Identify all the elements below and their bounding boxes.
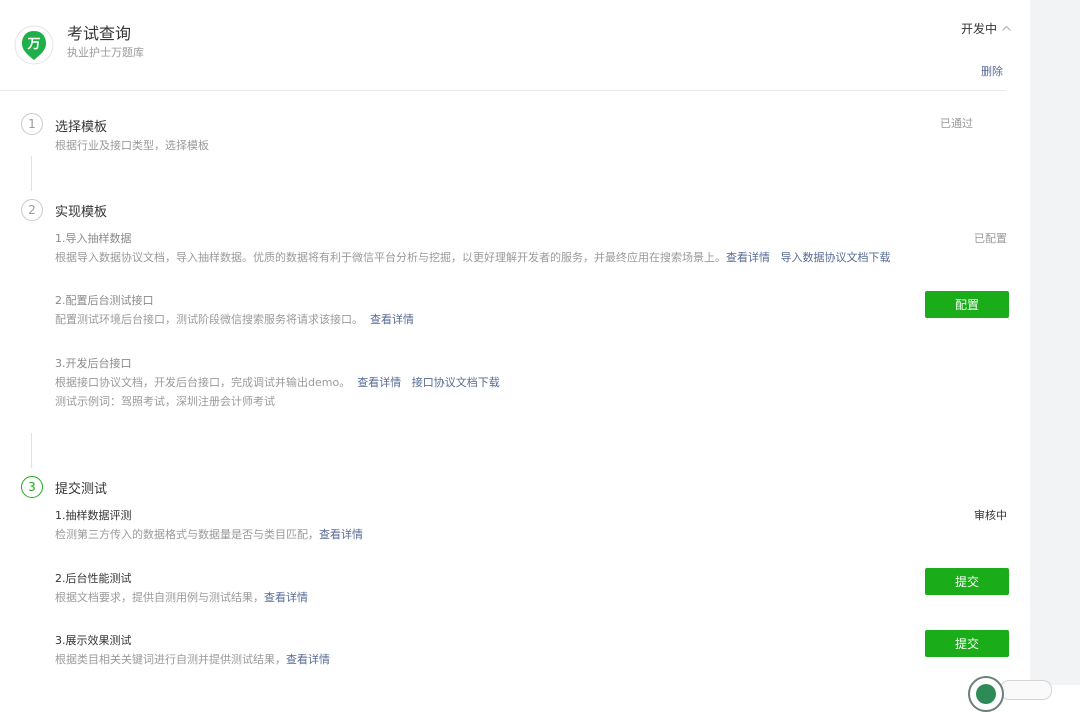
substep-2-1-status: 已配置	[974, 232, 1007, 245]
submit-display-button[interactable]: 提交	[925, 630, 1009, 657]
configure-button[interactable]: 配置	[925, 291, 1009, 318]
substep-3-2-description: 根据文档要求，提供自测用例与测试结果，查看详情	[55, 591, 308, 604]
view-details-link[interactable]: 查看详情	[357, 376, 401, 389]
app-logo-icon: 万	[14, 25, 54, 65]
header-divider	[0, 90, 1006, 91]
app-name: 考试查询	[67, 24, 132, 43]
substep-3-3-title: 3.展示效果测试	[55, 634, 132, 647]
substep-3-1-status: 审核中	[974, 509, 1007, 522]
substep-3-1-description: 检测第三方传入的数据格式与数据量是否与类目匹配，查看详情	[55, 528, 363, 541]
floating-assistant-button[interactable]	[968, 676, 1004, 712]
data-protocol-download-link[interactable]: 导入数据协议文档下载	[781, 251, 891, 264]
step-1-number: 1	[21, 113, 43, 135]
step-2-number: 2	[21, 199, 43, 221]
status-label: 开发中	[960, 22, 997, 36]
view-details-link[interactable]: 查看详情	[264, 591, 308, 604]
step-1-status: 已通过	[940, 117, 973, 130]
substep-2-3-title: 3.开发后台接口	[55, 357, 132, 370]
template-card: 万 考试查询 执业护士万题库 开发中 删除 1 选择模板 根据行业及接口类型，选…	[0, 0, 1030, 685]
step-connector	[31, 433, 32, 468]
logo-char: 万	[26, 37, 40, 52]
view-details-link[interactable]: 查看详情	[370, 313, 414, 326]
substep-2-1-title: 1.导入抽样数据	[55, 232, 132, 245]
substep-2-1-description: 根据导入数据协议文档，导入抽样数据。优质的数据将有利于微信平台分析与挖掘，以更好…	[55, 251, 891, 264]
substep-2-3-example: 测试示例词：驾照考试，深圳注册会计师考试	[55, 395, 275, 408]
substep-3-2-title: 2.后台性能测试	[55, 572, 132, 585]
app-description: 执业护士万题库	[67, 46, 144, 59]
api-protocol-download-link[interactable]: 接口协议文档下载	[412, 376, 500, 389]
floating-widget-tail[interactable]	[1000, 680, 1052, 700]
step-connector	[31, 156, 32, 191]
assistant-avatar-icon	[976, 684, 996, 704]
chevron-up-icon	[1002, 25, 1011, 31]
right-rail	[1030, 0, 1080, 685]
view-details-link[interactable]: 查看详情	[319, 528, 363, 541]
substep-2-2-description: 配置测试环境后台接口，测试阶段微信搜索服务将请求该接口。 查看详情	[55, 313, 414, 326]
view-details-link[interactable]: 查看详情	[726, 251, 770, 264]
submit-performance-button[interactable]: 提交	[925, 568, 1009, 595]
step-3-title: 提交测试	[55, 482, 108, 497]
view-details-link[interactable]: 查看详情	[286, 653, 330, 666]
step-1-description: 根据行业及接口类型，选择模板	[55, 139, 209, 152]
substep-3-1-title: 1.抽样数据评测	[55, 509, 132, 522]
step-2-title: 实现模板	[55, 205, 108, 220]
status-toggle[interactable]: 开发中	[961, 20, 1012, 37]
substep-3-3-description: 根据类目相关关键词进行自测并提供测试结果，查看详情	[55, 653, 330, 666]
substep-2-2-title: 2.配置后台测试接口	[55, 294, 154, 307]
step-1-title: 选择模板	[55, 120, 108, 135]
delete-link[interactable]: 删除	[981, 63, 1003, 79]
step-3-number: 3	[21, 476, 43, 498]
substep-2-3-description: 根据接口协议文档，开发后台接口，完成调试并输出demo。 查看详情 接口协议文档…	[55, 376, 500, 389]
